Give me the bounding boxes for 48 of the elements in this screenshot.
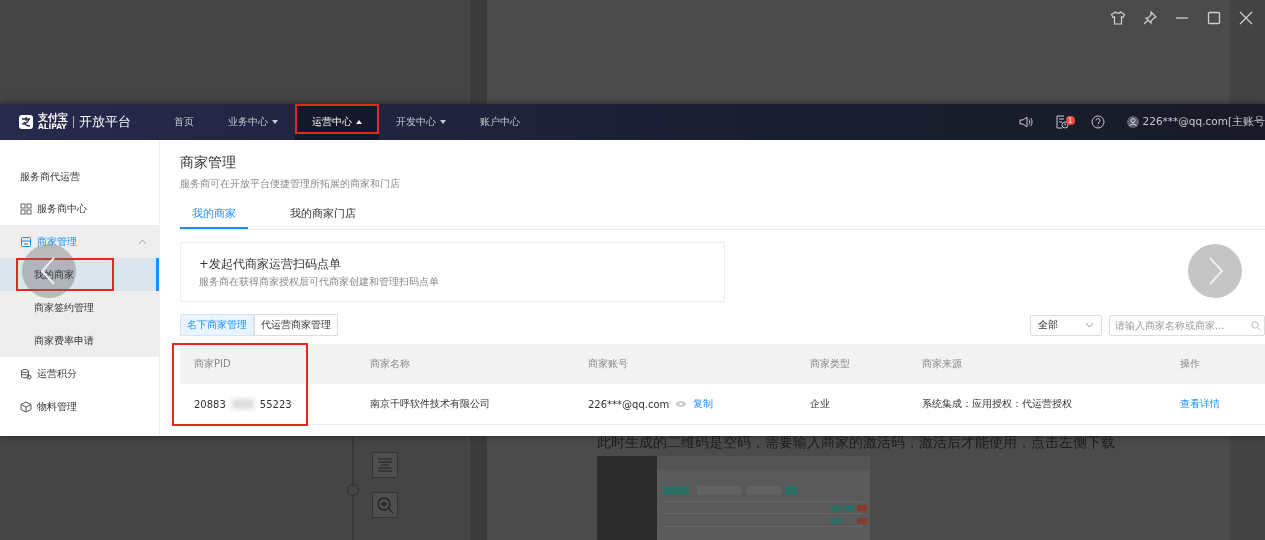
column-header: 商家名称	[370, 357, 410, 371]
sidebar-item[interactable]: 物料管理	[0, 390, 159, 423]
nav-item[interactable]: 开发中心	[379, 104, 463, 140]
nav-item[interactable]: 首页	[157, 104, 211, 140]
sidebar-subitem[interactable]: 商家费率申请	[0, 324, 159, 357]
document-clock-icon[interactable]	[1054, 115, 1069, 129]
column-header: 商家账号	[588, 357, 628, 371]
page-title: 商家管理	[180, 154, 237, 172]
page-subtitle: 服务商可在开放平台便捷管理所拓展的商家和门店	[180, 177, 401, 191]
nav-item[interactable]: 运营中心	[295, 104, 379, 140]
action-card[interactable]: +发起代商家运营扫码点单 服务商在获得商家授权后可代商家创建和管理扫码点单	[180, 242, 725, 302]
brand-name: 支付宝	[38, 113, 68, 124]
table-cell: 20883	[194, 398, 226, 410]
blurred-text-drawing	[231, 399, 254, 409]
grid-icon	[20, 202, 32, 215]
table-cell: 南京千呼软件技术有限公司	[370, 397, 490, 411]
card-description: 服务商在获得商家授权后可代商家创建和管理扫码点单	[199, 275, 440, 289]
column-header: 商家类型	[810, 357, 850, 371]
nav-item[interactable]: 账户中心	[463, 104, 537, 140]
table-cell: 226***@qq.com	[588, 398, 670, 410]
sidebar-heading: 服务商代运营	[19, 170, 81, 184]
nav-item[interactable]: 业务中心	[211, 104, 295, 140]
table-cell: 企业	[810, 397, 830, 411]
segment-tab[interactable]: 代运营商家管理	[254, 314, 338, 336]
search-icon	[1251, 320, 1261, 331]
speaker-icon[interactable]	[1018, 115, 1033, 129]
filter-select[interactable]: 全部	[1030, 314, 1102, 336]
box-icon	[20, 400, 32, 413]
column-header: 商家PID	[194, 357, 231, 371]
store-icon	[20, 235, 32, 248]
tab[interactable]: 我的商家门店	[278, 203, 368, 229]
table-cell: 55223	[259, 398, 292, 410]
sidebar-subitem[interactable]: 商家签约管理	[0, 291, 159, 324]
help-icon[interactable]	[1090, 115, 1105, 129]
sidebar-item[interactable]: 服务商中心	[0, 192, 159, 225]
card-title[interactable]: +发起代商家运营扫码点单	[199, 257, 706, 272]
product-name: 开放平台	[79, 113, 131, 131]
sidebar-subitem[interactable]: 我的商家	[0, 258, 159, 291]
account-name[interactable]: 226***@qq.com[主账号	[1142, 115, 1265, 129]
table-cell: 系统集成：应用授权：代运营授权	[922, 397, 1072, 411]
search-field[interactable]: 请输入商家名称或商家...	[1109, 314, 1265, 336]
coins-icon	[20, 367, 32, 380]
column-header: 商家来源	[922, 357, 962, 371]
avatar-icon	[1126, 116, 1139, 128]
logo-icon	[19, 115, 33, 129]
column-header: 操作	[1180, 357, 1200, 371]
chevron-down-icon	[1085, 322, 1094, 328]
sidebar-item[interactable]: 运营积分	[0, 357, 159, 390]
